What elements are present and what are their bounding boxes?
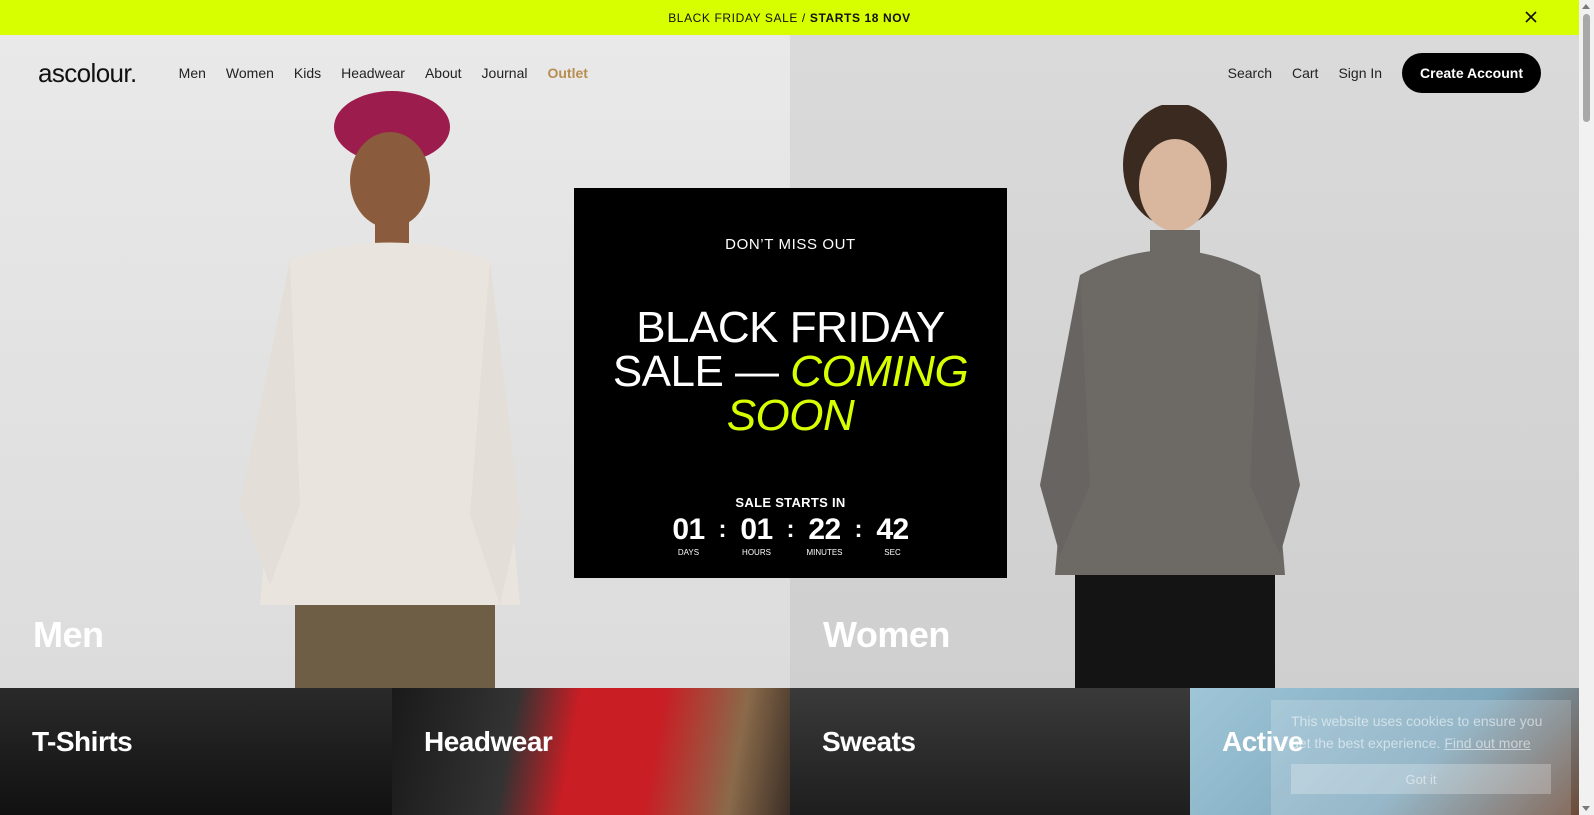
hero-women-label: Women <box>823 614 950 655</box>
countdown-days-value: 01 <box>672 513 705 546</box>
countdown-days-label: DAYS <box>677 548 700 557</box>
hero-men-label: Men <box>33 614 104 655</box>
logo[interactable]: ascolour. <box>38 58 137 89</box>
countdown-seconds-value: 42 <box>876 513 909 546</box>
sale-starts-label: SALE STARTS IN <box>735 495 846 510</box>
cookie-find-out-more-link[interactable]: Find out more <box>1444 735 1530 751</box>
countdown-seconds: 42 SEC <box>871 513 915 558</box>
tile-headwear-label: Headwear <box>424 726 553 757</box>
sign-in-link[interactable]: Sign In <box>1338 65 1382 81</box>
countdown-minutes-label: MINUTES <box>806 548 843 557</box>
countdown-hours-label: HOURS <box>742 548 771 557</box>
promo-title-line2a: SALE — <box>612 347 779 396</box>
black-friday-promo[interactable]: DON’T MISS OUT BLACK FRIDAY SALE — COMIN… <box>574 188 1007 578</box>
countdown-separator: : <box>718 516 727 543</box>
countdown-minutes-value: 22 <box>808 513 841 546</box>
men-model-image <box>240 91 520 688</box>
countdown-hours-value: 01 <box>740 513 773 546</box>
promo-title-line2b: COMING <box>790 347 969 396</box>
announcement-bar: BLACK FRIDAY SALE / STARTS 18 NOV <box>0 0 1579 35</box>
nav-journal[interactable]: Journal <box>482 65 528 81</box>
countdown-separator: : <box>786 516 795 543</box>
countdown-hours: 01 HOURS <box>735 513 779 558</box>
account-nav: Search Cart Sign In Create Account <box>1228 53 1541 93</box>
countdown-timer: 01 DAYS : 01 HOURS : 22 MINUTES : 42 SEC <box>574 513 1007 558</box>
site-header: ascolour. Men Women Kids Headwear About … <box>0 35 1579 111</box>
promo-title-line2: SALE — COMING <box>584 350 997 394</box>
tile-tshirts-label: T-Shirts <box>32 726 133 757</box>
promo-title-line1: BLACK FRIDAY <box>636 303 945 352</box>
close-icon[interactable] <box>1523 9 1539 25</box>
tile-headwear[interactable]: Headwear <box>392 688 790 815</box>
scroll-down-icon[interactable] <box>1582 806 1590 811</box>
women-model-image <box>1040 105 1300 688</box>
cookie-text: This website uses cookies to ensure you … <box>1291 710 1551 754</box>
tile-sweats[interactable]: Sweats <box>790 688 1190 815</box>
countdown-seconds-label: SEC <box>884 548 901 557</box>
cookie-banner: This website uses cookies to ensure you … <box>1271 700 1571 815</box>
promo-title-line3: SOON <box>726 391 855 440</box>
nav-about[interactable]: About <box>425 65 462 81</box>
promo-eyebrow: DON’T MISS OUT <box>725 236 856 253</box>
tile-sweats-label: Sweats <box>822 726 916 757</box>
scrollbar[interactable] <box>1579 0 1594 815</box>
promo-title: BLACK FRIDAY SALE — COMING SOON <box>584 306 997 438</box>
scrollbar-thumb[interactable] <box>1583 14 1590 122</box>
create-account-button[interactable]: Create Account <box>1402 53 1541 93</box>
nav-men[interactable]: Men <box>179 65 206 81</box>
countdown-separator: : <box>854 516 863 543</box>
scroll-up-icon[interactable] <box>1582 4 1590 9</box>
search-link[interactable]: Search <box>1228 65 1272 81</box>
countdown-minutes: 22 MINUTES <box>803 513 847 558</box>
main-nav: Men Women Kids Headwear About Journal Ou… <box>179 65 588 81</box>
nav-kids[interactable]: Kids <box>294 65 321 81</box>
announcement-text: BLACK FRIDAY SALE / <box>668 10 806 25</box>
tile-tshirts[interactable]: T-Shirts <box>0 688 392 815</box>
countdown-days: 01 DAYS <box>667 513 711 558</box>
nav-outlet[interactable]: Outlet <box>547 65 587 81</box>
announcement-highlight: STARTS 18 NOV <box>809 10 911 25</box>
cart-link[interactable]: Cart <box>1292 65 1318 81</box>
nav-women[interactable]: Women <box>226 65 274 81</box>
cookie-accept-button[interactable]: Got it <box>1291 764 1551 794</box>
nav-headwear[interactable]: Headwear <box>341 65 405 81</box>
